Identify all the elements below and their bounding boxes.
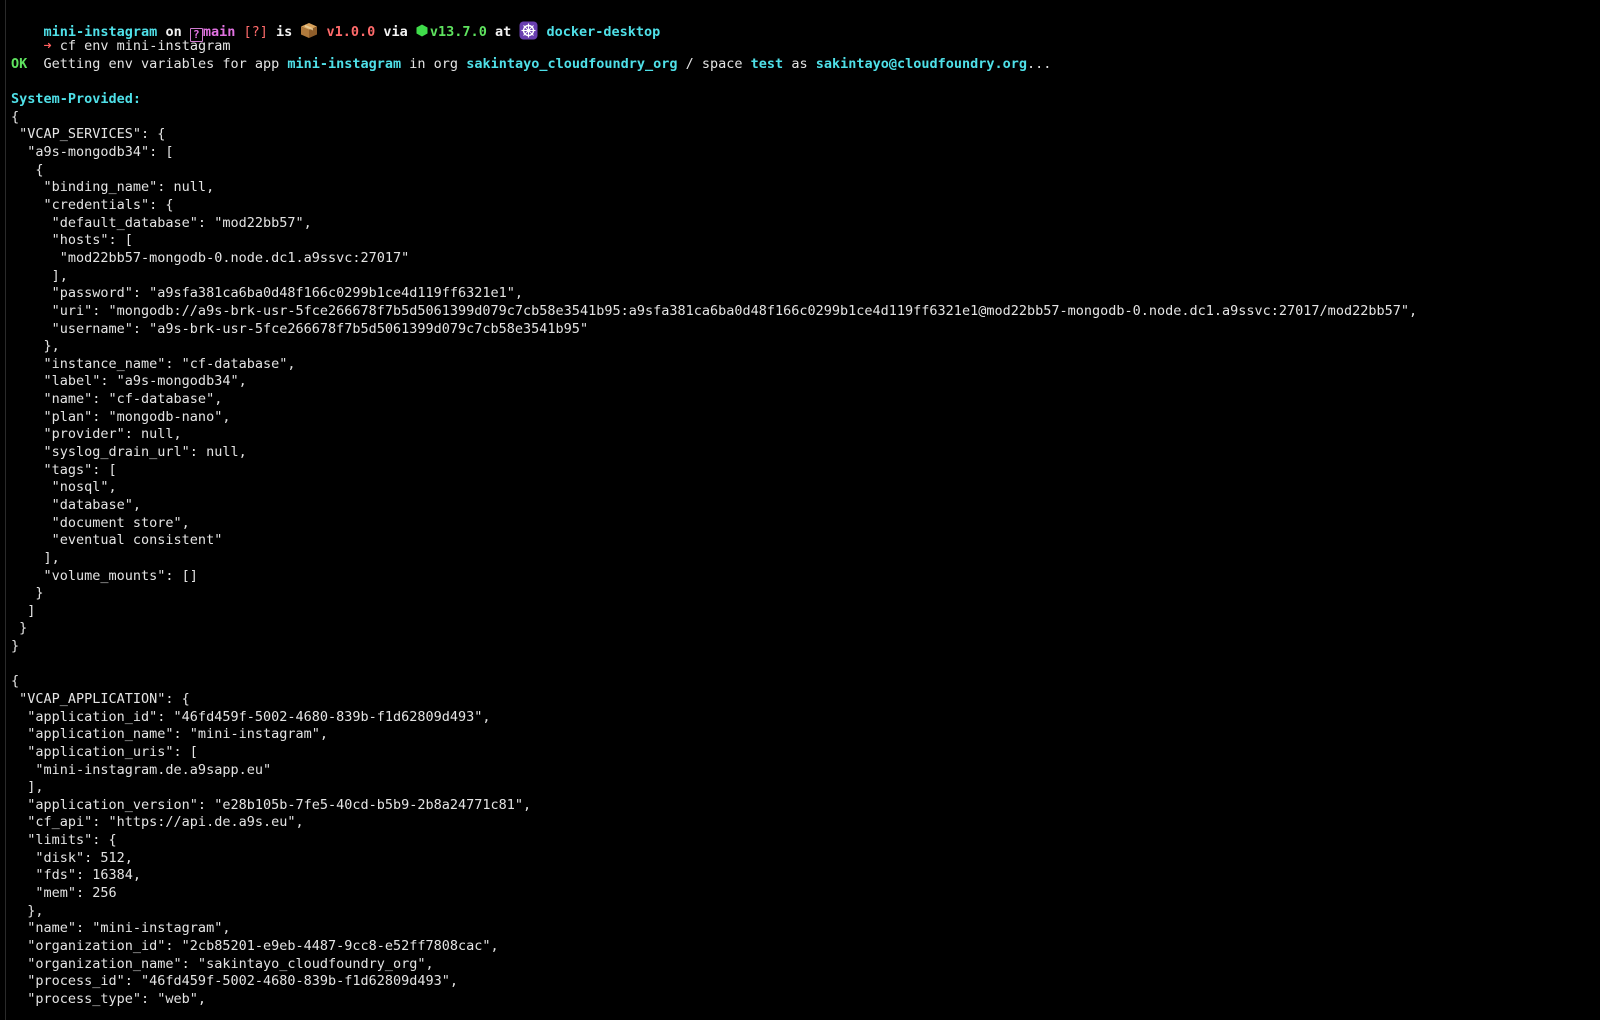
output-line: "default_database": "mod22bb57", (11, 214, 312, 231)
info-user-email: sakintayo@cloudfoundry.org (815, 55, 1028, 72)
output-line: "VCAP_SERVICES": { (11, 126, 166, 143)
prompt-on-word: on (157, 23, 190, 40)
package-box-icon (300, 22, 318, 39)
output-line: ], (11, 779, 44, 796)
prompt-git-branch: main (202, 23, 236, 40)
output-line: "mod22bb57-mongodb-0.node.dc1.a9ssvc:270… (11, 249, 410, 266)
output-line: "plan": "mongodb-nano", (11, 408, 231, 425)
output-line: ], (11, 549, 60, 566)
info-text-5: ... (1027, 55, 1052, 72)
output-line: "mini-instagram.de.a9sapp.eu" (11, 761, 272, 778)
output-line: "password": "a9sfa381ca6ba0d48f166c0299b… (11, 285, 524, 302)
shell-prompt-line: mini-instagram on ? main [?] is v1.0.0 vi… (11, 3, 1600, 42)
output-line: "binding_name": null, (11, 179, 215, 196)
prompt-arrow-icon: ➜ (43, 38, 52, 55)
prompt-package-version: v1.0.0 (318, 23, 376, 40)
window-left-edge (5, 0, 6, 1020)
output-line: "name": "cf-database", (11, 391, 223, 408)
output-line: } (11, 620, 28, 637)
output-line: "name": "mini-instagram", (11, 920, 231, 937)
info-org-name: sakintayo_cloudfoundry_org (466, 55, 678, 72)
info-app-name: mini-instagram (287, 55, 402, 72)
output-line: "username": "a9s-brk-usr-5fce266678f7b5d… (11, 320, 589, 337)
output-line: "credentials": { (11, 197, 174, 214)
output-line: "syslog_drain_url": null, (11, 444, 247, 461)
output-line: "mem": 256 (11, 885, 117, 902)
output-line: "process_id": "46fd459f-5002-4680-839b-f… (11, 973, 459, 990)
output-line: { (11, 673, 20, 690)
output-line: "application_name": "mini-instagram", (11, 726, 328, 743)
section-header: System-Provided: (11, 91, 142, 108)
output-line: "a9s-mongodb34": [ (11, 144, 174, 161)
output-line: "label": "a9s-mongodb34", (11, 373, 247, 390)
prompt-at-word: at (486, 23, 520, 40)
output-line: "VCAP_APPLICATION": { (11, 690, 190, 707)
output-line: }, (11, 338, 60, 355)
output-line: "organization_id": "2cb85201-e9eb-4487-9… (11, 937, 499, 954)
output-line: "instance_name": "cf-database", (11, 355, 296, 372)
info-text-1: Getting env variables for app (43, 55, 288, 72)
output-line: ], (11, 267, 68, 284)
cf-info-line: Getting env variables for app mini-insta… (11, 38, 1600, 72)
info-text-3: / space (677, 55, 751, 72)
output-line: "application_uris": [ (11, 743, 198, 760)
output-line: "document store", (11, 514, 190, 531)
prompt-directory: mini-instagram (43, 23, 158, 40)
output-line: "fds": 16384, (11, 867, 142, 884)
output-line: "hosts": [ (11, 232, 133, 249)
output-line: "application_id": "46fd459f-5002-4680-83… (11, 708, 491, 725)
prompt-via-word: via (375, 23, 416, 40)
output-line: "disk": 512, (11, 849, 133, 866)
output-line: "provider": null, (11, 426, 182, 443)
command-text: cf env mini-instagram (51, 38, 231, 55)
prompt-node-version: v13.7.0 (429, 23, 487, 40)
output-line: }, (11, 902, 44, 919)
output-line: } (11, 585, 44, 602)
prompt-git-status: [?] (235, 23, 268, 40)
info-text-2: in org (401, 55, 467, 72)
output-line: ] (11, 602, 36, 619)
prompt-context: docker-desktop (538, 23, 661, 40)
output-line: "nosql", (11, 479, 117, 496)
output-line: "uri": "mongodb://a9s-brk-usr-5fce266678… (11, 302, 1418, 319)
output-line: "eventual consistent" (11, 532, 223, 549)
env-output: { "VCAP_SERVICES": { "a9s-mongodb34": [ … (11, 109, 1600, 1009)
output-line: "cf_api": "https://api.de.a9s.eu", (11, 814, 304, 831)
node-hexagon-icon (416, 24, 428, 37)
output-line: "tags": [ (11, 461, 117, 478)
output-line: "application_version": "e28b105b-7fe5-40… (11, 796, 532, 813)
info-space-name: test (750, 55, 784, 72)
output-line: { (11, 161, 44, 178)
output-line: "database", (11, 496, 142, 513)
output-line: "process_type": "web", (11, 990, 207, 1007)
output-line: "organization_name": "sakintayo_cloudfou… (11, 955, 434, 972)
helm-wheel-icon (519, 21, 538, 40)
output-line: "limits": { (11, 832, 117, 849)
output-line: "volume_mounts": [] (11, 567, 198, 584)
output-line: } (11, 638, 20, 655)
output-line: { (11, 108, 20, 125)
prompt-is-word: is (267, 23, 301, 40)
info-text-4: as (783, 55, 816, 72)
terminal-window[interactable]: mini-instagram on ? main [?] is v1.0.0 vi… (0, 0, 1600, 1020)
